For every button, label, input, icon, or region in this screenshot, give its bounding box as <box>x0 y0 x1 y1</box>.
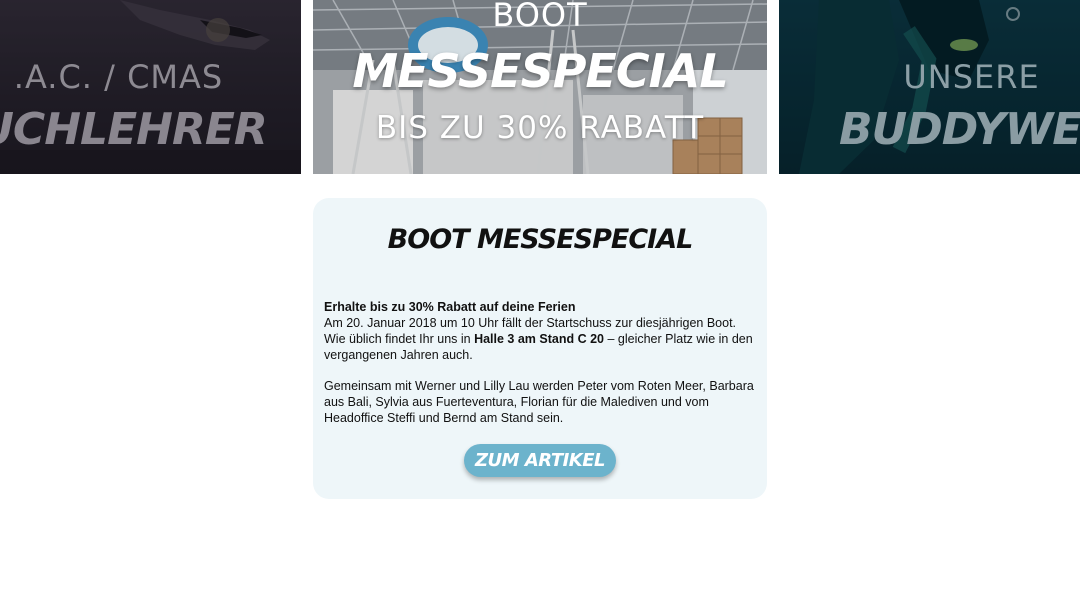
card-paragraph-1-line-1: Am 20. Januar 2018 um 10 Uhr fällt der S… <box>324 316 737 330</box>
card-paragraph-1-text: Wie üblich findet Ihr uns in <box>324 332 475 346</box>
slide-kicker: BOOT <box>492 0 588 34</box>
slide-center-messespecial[interactable]: BOOT MESSESPECIAL BIS ZU 30% RABATT <box>313 0 767 174</box>
card-paragraph-1: Wie üblich findet Ihr uns in Halle 3 am … <box>324 331 754 363</box>
slide-right-buddyweek[interactable]: UNSERE BUDDYWEEK <box>779 0 1080 174</box>
slide-title: MESSESPECIAL <box>352 44 728 98</box>
slide-subline: BIS ZU 30% RABATT <box>375 110 705 146</box>
slide-kicker: .A.C. / CMAS <box>13 58 224 96</box>
card-body: Erhalte bis zu 30% Rabatt auf deine Feri… <box>324 299 754 426</box>
card-paragraph-2: Gemeinsam mit Werner und Lilly Lau werde… <box>324 379 754 425</box>
slide-left-course[interactable]: .A.C. / CMAS UCHLEHRER <box>0 0 301 174</box>
zum-artikel-button[interactable]: ZUM ARTIKEL <box>464 444 616 477</box>
card-lead: Erhalte bis zu 30% Rabatt auf deine Feri… <box>324 300 576 314</box>
card-location: Halle 3 am Stand C 20 <box>474 332 604 346</box>
slide-title: BUDDYWEEK <box>839 104 1080 155</box>
slide-title: UCHLEHRER <box>0 104 268 155</box>
slide-kicker: UNSERE <box>903 58 1040 96</box>
card-title: BOOT MESSESPECIAL <box>387 224 694 255</box>
